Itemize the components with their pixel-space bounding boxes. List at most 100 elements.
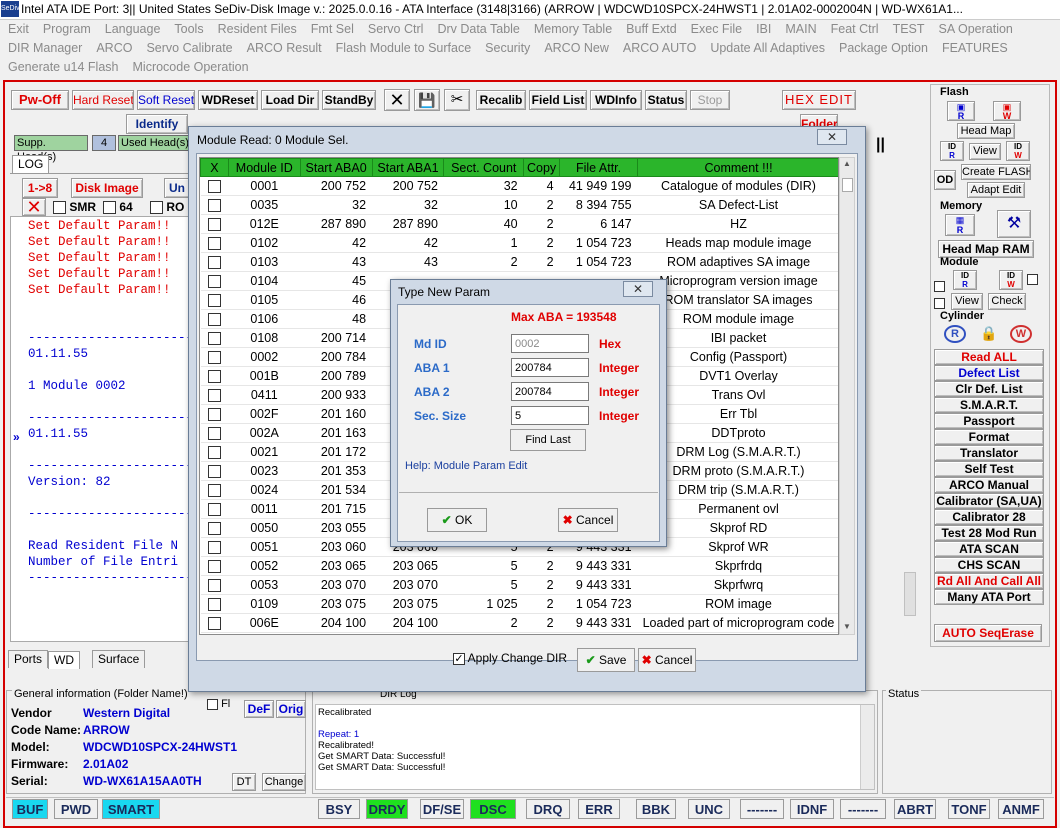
view-button-2[interactable]: View (951, 293, 983, 310)
row-select-cell[interactable] (200, 404, 229, 424)
adapt-edit-button[interactable]: Adapt Edit (967, 182, 1025, 198)
wdinfo-button[interactable]: WDInfo (590, 90, 642, 110)
sixtyfour-checkbox[interactable]: 64 (103, 200, 133, 215)
row-checkbox[interactable] (207, 294, 221, 308)
module-table-header[interactable]: Start ABA1 (371, 158, 445, 177)
row-checkbox[interactable] (207, 541, 221, 555)
row-select-cell[interactable] (200, 290, 229, 310)
od-button[interactable]: OD (934, 170, 956, 190)
row-select-cell[interactable] (200, 366, 229, 386)
right-panel-button[interactable]: ARCO Manual (934, 477, 1044, 493)
row-select-cell[interactable] (200, 385, 229, 405)
right-panel-button[interactable]: Calibrator 28 (934, 509, 1044, 525)
row-checkbox[interactable] (207, 408, 221, 422)
row-select-cell[interactable] (200, 328, 229, 348)
row-select-cell[interactable] (200, 575, 229, 595)
param-input[interactable] (511, 334, 589, 353)
table-row[interactable]: 0053 203 070 203 070 5 2 9 443 331 Skprfwrq (200, 575, 838, 595)
row-checkbox[interactable] (207, 503, 221, 517)
right-panel-button[interactable]: Translator (934, 445, 1044, 461)
right-panel-button[interactable]: Passport (934, 413, 1044, 429)
row-checkbox[interactable] (207, 560, 221, 574)
param-input[interactable] (511, 382, 589, 401)
right-panel-button[interactable]: Defect List (934, 365, 1044, 381)
row-select-cell[interactable] (200, 613, 229, 633)
standby-button[interactable]: StandBy (322, 90, 376, 110)
stop-button[interactable]: Stop (690, 90, 730, 110)
row-select-cell[interactable] (200, 347, 229, 367)
close-icon-button[interactable]: ✕ (384, 89, 410, 111)
right-panel-button[interactable]: S.M.A.R.T. (934, 397, 1044, 413)
load-dir-button[interactable]: Load Dir (261, 90, 319, 110)
right-panel-button[interactable]: Read ALL (934, 349, 1044, 365)
row-select-cell[interactable] (200, 214, 229, 234)
menu-item[interactable]: Exec File (691, 20, 742, 39)
row-select-cell[interactable] (200, 442, 229, 462)
module-table-scrollbar[interactable]: ▲ ▼ (839, 157, 855, 635)
module-dialog-close-icon[interactable]: ✕ (817, 129, 847, 145)
row-checkbox[interactable] (207, 180, 221, 194)
row-select-cell[interactable] (200, 252, 229, 272)
menu-item[interactable]: Fmt Sel (311, 20, 354, 39)
module-table-header[interactable]: File Attr. (559, 158, 639, 177)
module-table-header[interactable]: Module ID (227, 158, 301, 177)
right-panel-button[interactable]: Self Test (934, 461, 1044, 477)
row-checkbox[interactable] (207, 389, 221, 403)
fl-checkbox[interactable]: Fl (207, 698, 230, 710)
row-checkbox[interactable] (207, 237, 221, 251)
row-checkbox[interactable] (207, 199, 221, 213)
menu-item[interactable]: ARCO (96, 39, 132, 58)
menu-item[interactable]: MAIN (785, 20, 816, 39)
tab-ports[interactable]: Ports (8, 650, 49, 668)
row-checkbox[interactable] (207, 484, 221, 498)
row-checkbox[interactable] (207, 256, 221, 270)
id-write-icon[interactable]: ID W (1006, 141, 1030, 161)
right-panel-button[interactable]: Calibrator (SA,UA) (934, 493, 1044, 509)
status-button[interactable]: Status (645, 90, 687, 110)
row-checkbox[interactable] (207, 218, 221, 232)
row-select-cell[interactable] (200, 518, 229, 538)
auto-seqerase-button[interactable]: AUTO SeqErase (934, 624, 1042, 642)
tab-log[interactable]: LOG (12, 155, 50, 173)
menu-item[interactable]: IBI (756, 20, 771, 39)
menu-item[interactable]: FEATURES (942, 39, 1008, 58)
row-select-cell[interactable] (200, 499, 229, 519)
right-panel-button[interactable]: CHS SCAN (934, 557, 1044, 573)
right-panel-button[interactable]: Rd All And Call All (934, 573, 1044, 589)
view-button-1[interactable]: View (969, 143, 1001, 160)
flash-write-icon[interactable]: ▣ W (993, 101, 1021, 121)
menu-item[interactable]: Feat Ctrl (831, 20, 879, 39)
menu-item[interactable]: Servo Calibrate (146, 39, 232, 58)
row-select-cell[interactable] (200, 233, 229, 253)
menu-item[interactable]: Buff Extd (626, 20, 677, 39)
row-checkbox[interactable] (207, 313, 221, 327)
soft-reset-button[interactable]: Soft Reset (137, 90, 195, 110)
table-row[interactable]: 012E 287 890 287 890 40 2 6 147 HZ (200, 214, 838, 234)
dt-button[interactable]: DT (232, 773, 256, 791)
module-checkbox-2[interactable] (934, 279, 945, 293)
side-scrollbar[interactable] (904, 572, 916, 616)
un-button[interactable]: Un (164, 178, 190, 198)
id-read-icon[interactable]: ID R (940, 141, 964, 161)
module-save-button[interactable]: ✔ Save (577, 648, 635, 672)
table-row[interactable]: 0052 203 065 203 065 5 2 9 443 331 Skprfrdq (200, 556, 838, 576)
log-text-area[interactable]: Set Default Param!! Set Default Param!! Se… (28, 218, 188, 638)
tab-surface[interactable]: Surface (92, 650, 146, 668)
head-map-button[interactable]: Head Map (957, 123, 1015, 139)
module-checkbox-1[interactable] (1027, 272, 1038, 286)
right-panel-button[interactable]: Many ATA Port (934, 589, 1044, 605)
menu-item[interactable]: Flash Module to Surface (336, 39, 472, 58)
table-row[interactable]: 0102 42 42 1 2 1 054 723 Heads map module imag… (200, 233, 838, 253)
row-checkbox[interactable] (207, 617, 221, 631)
one-to-eight-button[interactable]: 1->8 (22, 178, 58, 198)
pw-off-button[interactable]: Pw-Off (11, 90, 69, 110)
create-flash-button[interactable]: Create FLASH (961, 164, 1031, 180)
table-row[interactable]: 0035 32 32 10 2 8 394 755 SA Defect-List (200, 195, 838, 215)
def-button[interactable]: DeF (244, 700, 274, 718)
save-disk-icon[interactable]: 💾 (414, 89, 440, 111)
menu-item[interactable]: DIR Manager (8, 39, 82, 58)
module-table-header[interactable]: Start ABA0 (299, 158, 373, 177)
menu-item[interactable]: TEST (893, 20, 925, 39)
param-input[interactable] (511, 406, 589, 425)
table-row[interactable]: 0103 43 43 2 2 1 054 723 ROM adaptives SA imag… (200, 252, 838, 272)
